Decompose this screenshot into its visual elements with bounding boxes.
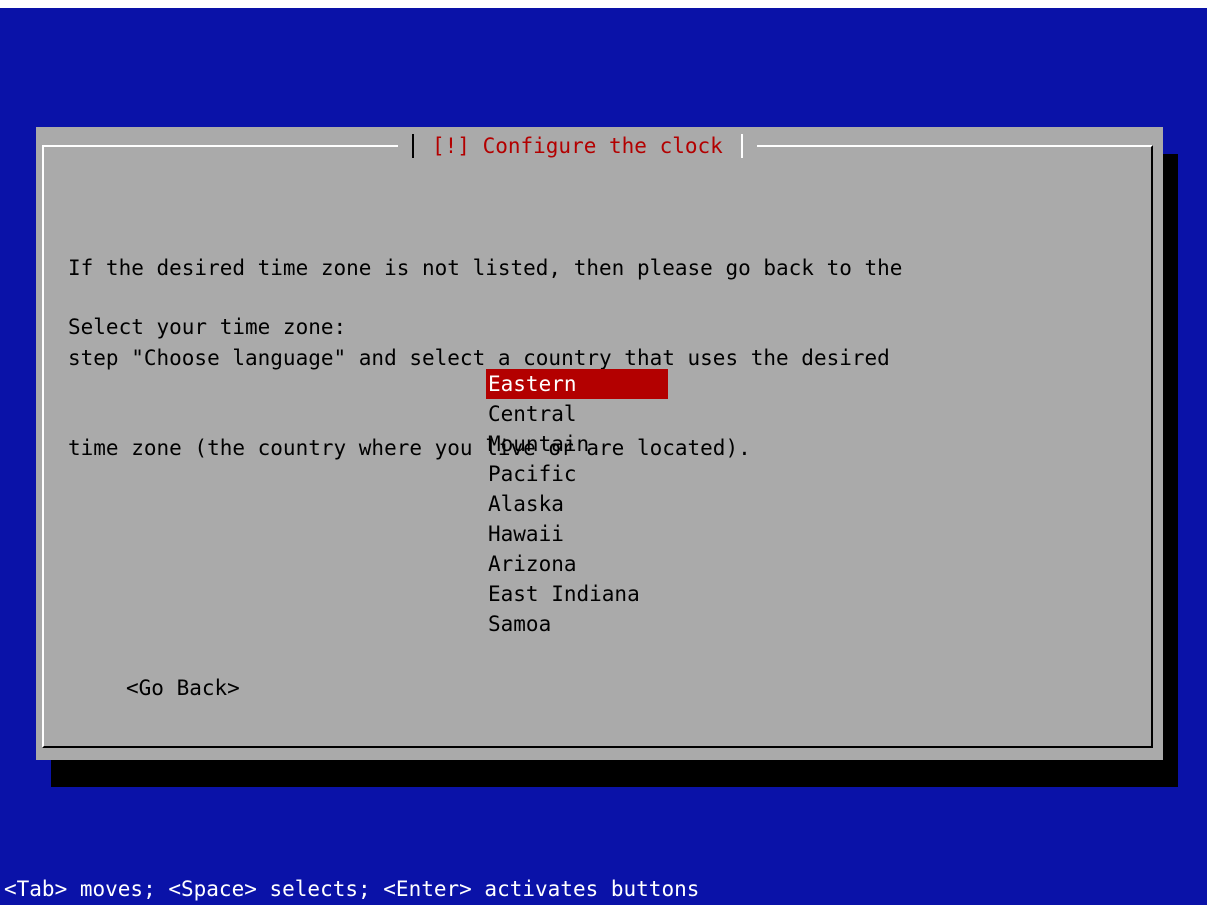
configure-clock-dialog: [!] Configure the clock If the desired t… [36,127,1163,760]
timezone-option-east-indiana[interactable]: East Indiana [486,579,668,609]
screen-top-band [0,0,1207,8]
timezone-option-arizona[interactable]: Arizona [486,549,668,579]
timezone-option-eastern[interactable]: Eastern [486,369,668,399]
timezone-option-samoa[interactable]: Samoa [486,609,668,639]
timezone-list[interactable]: Eastern Central Mountain Pacific Alaska … [486,369,668,639]
timezone-option-alaska[interactable]: Alaska [486,489,668,519]
timezone-option-hawaii[interactable]: Hawaii [486,519,668,549]
timezone-option-central[interactable]: Central [486,399,668,429]
keyboard-help-statusbar: <Tab> moves; <Space> selects; <Enter> ac… [4,877,700,901]
go-back-button[interactable]: <Go Back> [126,673,240,703]
timezone-option-mountain[interactable]: Mountain [486,429,668,459]
timezone-prompt: Select your time zone: [68,315,347,339]
timezone-option-pacific[interactable]: Pacific [486,459,668,489]
description-line: If the desired time zone is not listed, … [68,256,903,280]
dialog-title: [!] Configure the clock [432,134,723,158]
dialog-title-bar: [!] Configure the clock [398,131,757,161]
title-right-cap [740,134,743,158]
